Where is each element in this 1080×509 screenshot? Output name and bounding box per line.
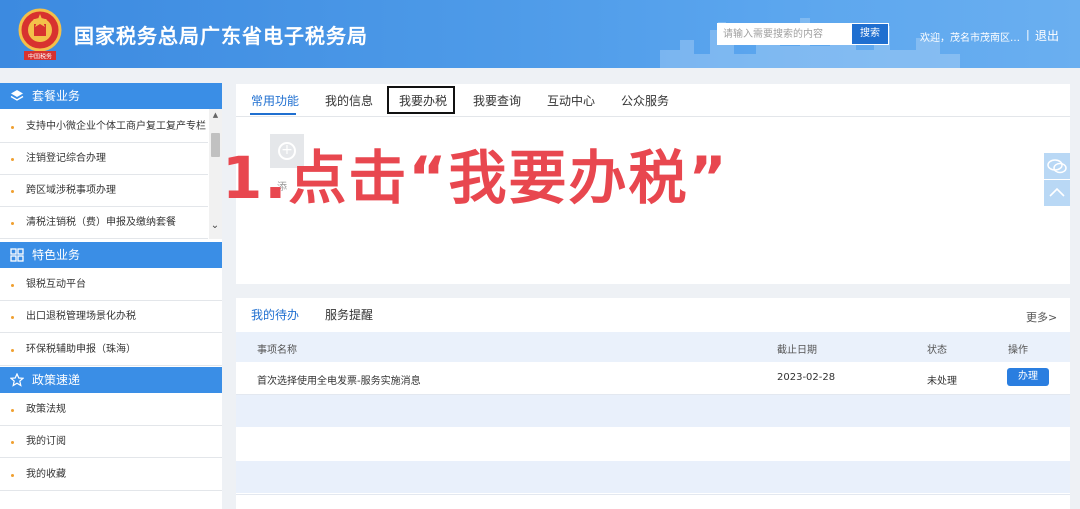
tab-common-functions[interactable]: 常用功能 [251,92,299,109]
svg-text:中国税务: 中国税务 [28,53,52,61]
table-row: 首次选择使用全电发票-服务实施消息 2023-02-28 未处理 办理 [236,362,1070,394]
sidebar-item-bank-tax[interactable]: 银税互动平台 [0,269,222,301]
todo-item-name: 首次选择使用全电发票-服务实施消息 [257,376,421,387]
sidebar-item-cross-region[interactable]: 跨区域涉税事项办理 [0,175,208,207]
tab-my-info[interactable]: 我的信息 [325,92,373,109]
logout-link[interactable]: 退出 [1035,27,1059,44]
active-tab-underline [250,113,296,115]
star-icon [10,373,24,387]
search-input[interactable] [717,23,851,45]
site-title: 国家税务总局广东省电子税务局 [74,24,368,48]
todo-panel: 我的待办 服务提醒 更多> 事项名称 截止日期 状态 操作 首次选择使用全电发票… [236,298,1070,509]
header-separator: | [1026,28,1030,41]
table-row-empty [236,428,1070,460]
back-to-top-button[interactable] [1044,180,1070,206]
sidebar-section-policy[interactable]: 政策速递 [0,367,222,393]
site-header: 中国税务 国家税务总局广东省电子税务局 搜索 欢迎，茂名市茂南区… | 退出 [0,0,1080,68]
chevron-up-icon [1049,187,1065,197]
layers-icon [10,90,24,101]
tab-divider [236,116,1070,117]
tax-emblem-logo: 中国税务 [14,6,66,62]
todo-deadline: 2023-02-28 [777,372,836,383]
highlight-box [387,86,455,114]
scroll-up-arrow-icon[interactable]: ▲ [211,111,220,119]
handle-button[interactable]: 办理 [1007,368,1049,386]
sidebar-item-my-favorites[interactable]: 我的收藏 [0,459,222,491]
tab-query[interactable]: 我要查询 [473,92,521,109]
sidebar-section-label: 套餐业务 [32,89,81,103]
sidebar-item-export-refund[interactable]: 出口退税管理场景化办税 [0,301,222,333]
row-divider [236,394,1070,395]
column-header-item-name: 事项名称 [257,345,297,356]
search-button[interactable]: 搜索 [851,23,889,45]
sidebar-item-resume-work[interactable]: 支持中小微企业个体工商户复工复产专栏 [0,111,208,143]
chat-icon [1047,159,1067,174]
sidebar-item-tax-clearance[interactable]: 清税注销税（费）申报及缴纳套餐 [0,207,208,239]
column-header-action: 操作 [1008,345,1028,356]
column-header-status: 状态 [927,345,947,356]
sidebar-item-deregistration[interactable]: 注销登记综合办理 [0,143,208,175]
sidebar-section-label: 政策速递 [32,373,81,387]
chat-float-button[interactable] [1044,153,1070,179]
column-header-deadline: 截止日期 [777,345,817,356]
scrollbar-thumb[interactable] [211,133,220,157]
tab-interaction-center[interactable]: 互动中心 [547,92,595,109]
tab-public-service[interactable]: 公众服务 [621,92,669,109]
sidebar-section-featured[interactable]: 特色业务 [0,242,222,268]
tab-my-todo[interactable]: 我的待办 [251,306,299,323]
table-row-empty [236,461,1070,493]
welcome-text: 欢迎，茂名市茂南区… [920,33,1020,44]
sidebar-item-policy-regulations[interactable]: 政策法规 [0,394,222,426]
row-divider [236,494,1070,495]
todo-status: 未处理 [927,376,957,387]
sidebar-item-my-subscriptions[interactable]: 我的订阅 [0,426,222,458]
sidebar-section-label: 特色业务 [32,248,81,262]
sidebar: 套餐业务 支持中小微企业个体工商户复工复产专栏 注销登记综合办理 跨区域涉税事项… [0,83,222,509]
grid-icon [10,248,24,262]
more-link[interactable]: 更多> [1026,309,1057,325]
sidebar-item-env-tax[interactable]: 环保税辅助申报（珠海） [0,334,222,366]
table-row-empty [236,395,1070,427]
tab-service-reminders[interactable]: 服务提醒 [325,306,373,323]
instruction-annotation: 1.点击“我要办税” [222,144,729,212]
sidebar-section-package[interactable]: 套餐业务 [0,83,222,109]
todo-table-header: 事项名称 截止日期 状态 操作 [236,332,1070,362]
chevron-down-icon[interactable]: ⌄ [208,219,222,233]
